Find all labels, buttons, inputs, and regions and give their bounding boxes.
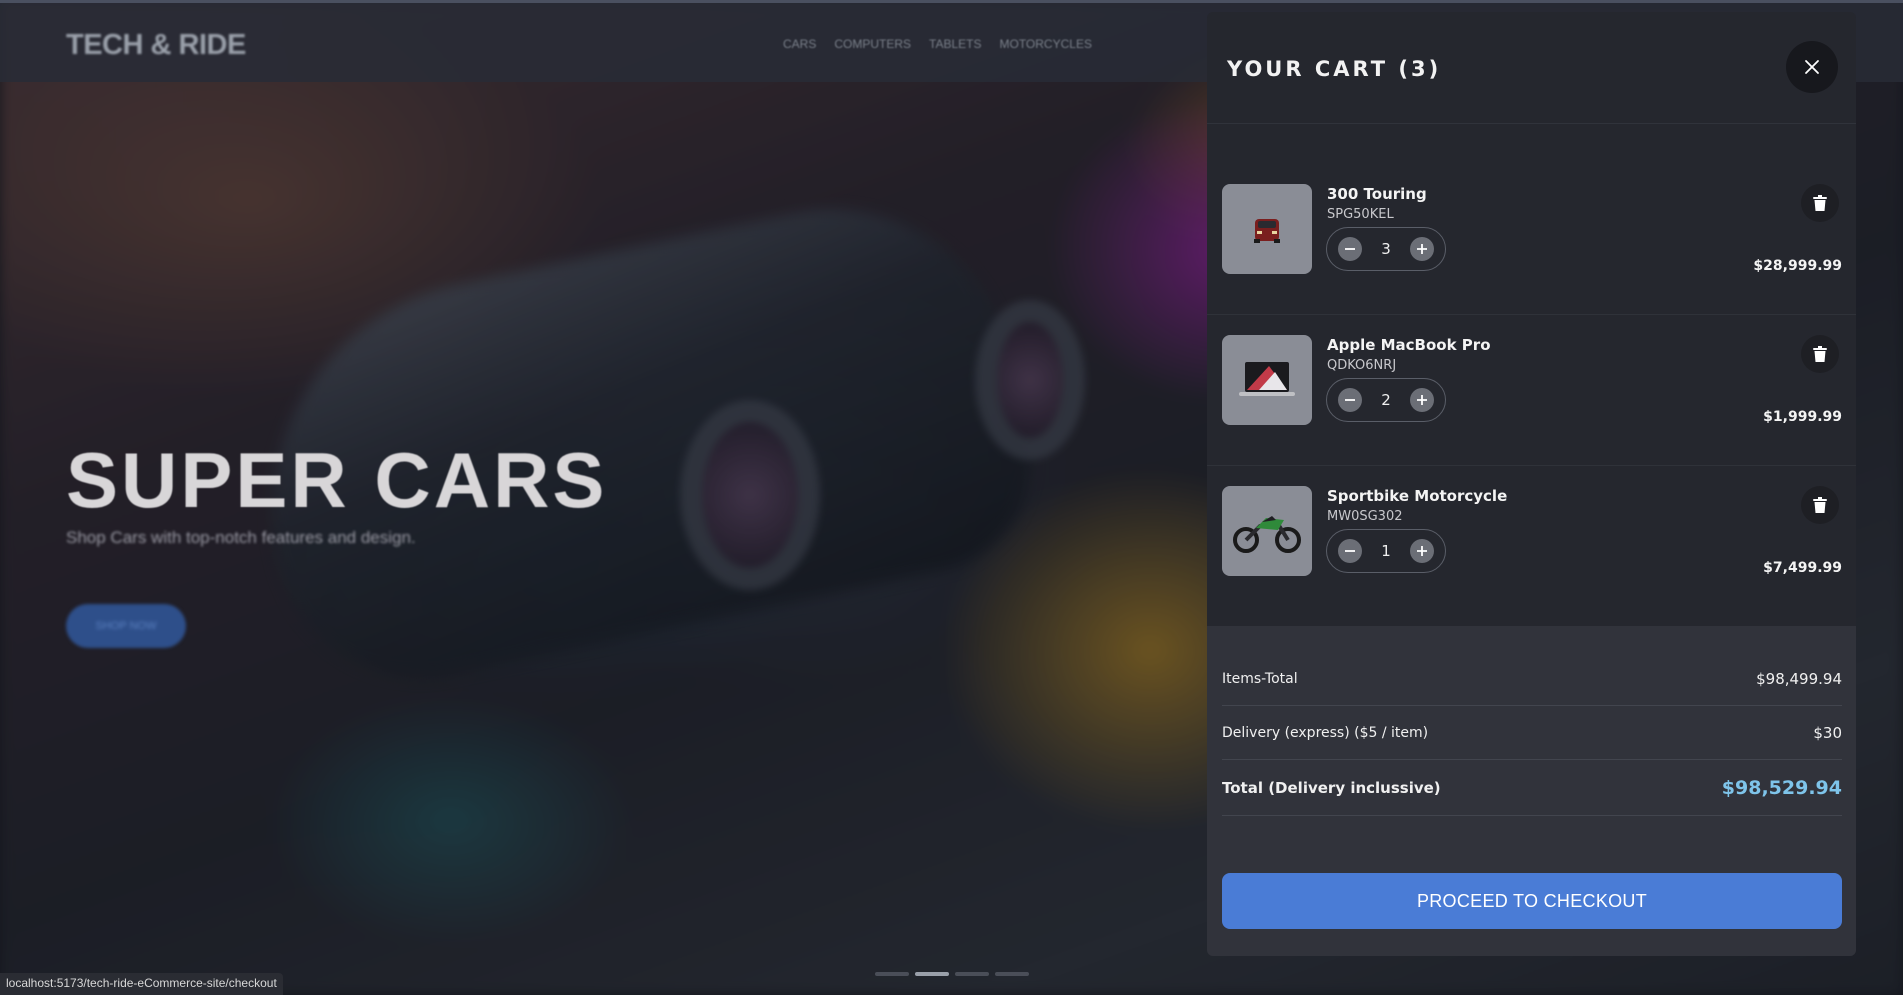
quantity-value: 2 — [1381, 391, 1391, 409]
nav-link-cars[interactable]: CARS — [783, 37, 816, 51]
quantity-value: 1 — [1381, 542, 1391, 560]
hero-title: SUPER CARS — [66, 436, 608, 524]
increase-quantity-button[interactable] — [1409, 237, 1434, 261]
item-name[interactable]: Apple MacBook Pro — [1327, 336, 1491, 354]
grand-total-value: $98,529.94 — [1721, 776, 1842, 799]
carousel-dot[interactable] — [875, 972, 909, 976]
items-total-value: $98,499.94 — [1756, 669, 1842, 688]
carousel-dot-active[interactable] — [915, 972, 949, 976]
carousel-dot[interactable] — [955, 972, 989, 976]
browser-status-url: localhost:5173/tech-ride-eCommerce-site/… — [0, 973, 283, 995]
motorcycle-image — [1233, 516, 1301, 553]
grand-total-label: Total (Delivery inclussive) — [1222, 778, 1441, 797]
decrease-quantity-button[interactable] — [1338, 539, 1362, 563]
item-name[interactable]: 300 Touring — [1327, 185, 1427, 203]
decrease-quantity-button[interactable] — [1338, 388, 1362, 412]
increase-quantity-button[interactable] — [1409, 388, 1434, 412]
quantity-stepper: 3 — [1326, 227, 1446, 271]
carousel-dot[interactable] — [995, 972, 1029, 976]
plus-icon — [1416, 244, 1427, 254]
quantity-stepper: 2 — [1326, 378, 1446, 422]
shop-now-button[interactable]: SHOP NOW — [66, 604, 186, 648]
cart-item: Apple MacBook Pro QDKO6NRJ 2 $1,999.99 — [1207, 315, 1856, 466]
laptop-thumbnail — [1222, 335, 1312, 425]
nav-link-tablets[interactable]: TABLETS — [929, 37, 981, 51]
cart-title: YOUR CART (3) — [1227, 57, 1442, 81]
laptop-image — [1239, 362, 1295, 396]
remove-item-button[interactable] — [1801, 184, 1839, 222]
item-sku: QDKO6NRJ — [1327, 358, 1397, 373]
trash-icon — [1813, 195, 1827, 211]
carousel-indicators — [875, 972, 1029, 976]
cart-header: YOUR CART (3) — [1207, 12, 1856, 124]
motorcycle-thumbnail — [1222, 486, 1312, 576]
nav-link-motorcycles[interactable]: MOTORCYCLES — [999, 37, 1091, 51]
delivery-label: Delivery (express) ($5 / item) — [1222, 724, 1429, 741]
cart-items-list: 300 Touring SPG50KEL 3 $28,999.99 Apple … — [1207, 164, 1856, 617]
quantity-stepper: 1 — [1326, 529, 1446, 573]
delivery-row: Delivery (express) ($5 / item) $30 — [1222, 706, 1842, 760]
item-name[interactable]: Sportbike Motorcycle — [1327, 487, 1507, 505]
cart-item: Sportbike Motorcycle MW0SG302 1 $7,499.9… — [1207, 466, 1856, 617]
plus-icon — [1416, 546, 1427, 556]
plus-icon — [1416, 395, 1427, 405]
cart-item: 300 Touring SPG50KEL 3 $28,999.99 — [1207, 164, 1856, 315]
remove-item-button[interactable] — [1801, 335, 1839, 373]
brand-logo[interactable]: TECH & RIDE — [66, 29, 246, 62]
trash-icon — [1813, 497, 1827, 513]
item-price: $7,499.99 — [1763, 560, 1842, 576]
close-icon — [1805, 60, 1819, 74]
quantity-value: 3 — [1381, 240, 1391, 258]
item-sku: MW0SG302 — [1327, 509, 1403, 524]
decrease-quantity-button[interactable] — [1338, 237, 1362, 261]
remove-item-button[interactable] — [1801, 486, 1839, 524]
nav-link-computers[interactable]: COMPUTERS — [834, 37, 911, 51]
car-thumbnail — [1222, 184, 1312, 274]
cart-drawer: YOUR CART (3) 300 Touring SPG50KEL 3 $28… — [1207, 12, 1856, 956]
minus-icon — [1345, 248, 1355, 250]
car-image — [1254, 219, 1280, 243]
minus-icon — [1345, 550, 1355, 552]
grand-total-row: Total (Delivery inclussive) $98,529.94 — [1222, 760, 1842, 816]
item-sku: SPG50KEL — [1327, 207, 1394, 222]
trash-icon — [1813, 346, 1827, 362]
minus-icon — [1345, 399, 1355, 401]
close-cart-button[interactable] — [1786, 41, 1838, 93]
item-price: $1,999.99 — [1763, 409, 1842, 425]
items-total-label: Items-Total — [1222, 670, 1298, 687]
hero-subtitle: Shop Cars with top-notch features and de… — [66, 528, 416, 547]
order-summary: Items-Total $98,499.94 Delivery (express… — [1207, 626, 1856, 956]
delivery-value: $30 — [1813, 723, 1842, 742]
proceed-to-checkout-button[interactable]: PROCEED TO CHECKOUT — [1222, 873, 1842, 929]
increase-quantity-button[interactable] — [1409, 539, 1434, 563]
item-price: $28,999.99 — [1753, 258, 1842, 274]
items-total-row: Items-Total $98,499.94 — [1222, 652, 1842, 706]
nav-links: CARS COMPUTERS TABLETS MOTORCYCLES — [783, 37, 1092, 51]
